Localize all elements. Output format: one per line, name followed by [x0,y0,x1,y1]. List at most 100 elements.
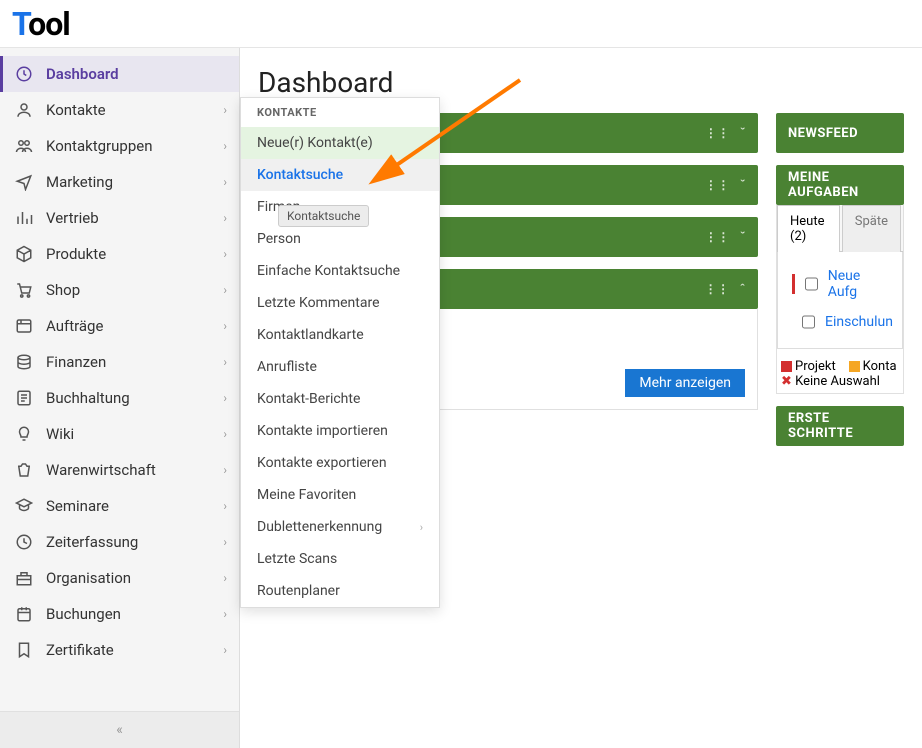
first-steps-widget: ERSTE SCHRITTE [776,406,904,446]
chevron-right-icon: › [223,283,227,297]
sidebar-item-zeiterfassung[interactable]: Zeiterfassung› [0,524,239,560]
show-more-button[interactable]: Mehr anzeigen [625,369,745,397]
sidebar-item-vertrieb[interactable]: Vertrieb› [0,200,239,236]
sidebar-item-kontakte[interactable]: Kontakte › [0,92,239,128]
legend-color [849,361,860,372]
drag-handle-icon[interactable]: ⋮⋮ [705,230,730,244]
collapse-icon[interactable]: ˇ [740,126,746,140]
sidebar-item-finanzen[interactable]: Finanzen› [0,344,239,380]
sidebar-label: Aufträge [46,317,103,335]
submenu-item[interactable]: Person [241,223,439,255]
submenu-item[interactable]: Einfache Kontaktsuche [241,255,439,287]
sidebar-icon [14,172,34,192]
container: DashboardKontakte›Kontaktgruppen›Marketi… [0,48,922,748]
collapse-icon[interactable]: ˇ [740,178,746,192]
tab-today[interactable]: Heute (2) [777,205,840,252]
task-link[interactable]: Einschulun [825,314,893,330]
sidebar-collapse[interactable]: « [0,711,239,748]
submenu-label: Kontakt-Berichte [257,391,360,407]
sidebar-icon [14,136,34,156]
submenu-item[interactable]: Kontaktlandkarte [241,319,439,351]
kontakte-submenu: KONTAKTE Neue(r) Kontakt(e)KontaktsucheF… [240,97,440,608]
sidebar-item-buchhaltung[interactable]: Buchhaltung› [0,380,239,416]
sidebar-item-produkte[interactable]: Produkte› [0,236,239,272]
sidebar-icon [14,604,34,624]
chevron-right-icon: › [223,175,227,189]
widget-title: ERSTE SCHRITTE [788,411,892,441]
sidebar-item-organisation[interactable]: Organisation› [0,560,239,596]
sidebar-icon [14,532,34,552]
tasks-legend: Projekt Konta ✖ Keine Auswahl [777,349,903,393]
sidebar-item-warenwirtschaft[interactable]: Warenwirtschaft› [0,452,239,488]
submenu-item[interactable]: Letzte Kommentare [241,287,439,319]
sidebar-item-dashboard[interactable]: Dashboard [0,56,239,92]
widget-body: Heute (2) Späte Neue Aufg Einschulun Proj… [776,205,904,394]
chevron-right-icon: › [223,571,227,585]
newsfeed-widget: NEWSFEED [776,113,904,153]
sidebar-label: Kontakte [46,101,106,119]
sidebar-icon [14,100,34,120]
topbar: Tool [0,0,922,48]
submenu-item[interactable]: Routenplaner [241,575,439,607]
submenu-item[interactable]: Anrufliste [241,351,439,383]
sidebar-icon [14,280,34,300]
task-checkbox[interactable] [802,315,815,329]
sidebar-icon [14,460,34,480]
submenu-item[interactable]: Letzte Scans [241,543,439,575]
task-row: Neue Aufg [788,262,892,306]
drag-handle-icon[interactable]: ⋮⋮ [705,126,730,140]
sidebar-item-shop[interactable]: Shop› [0,272,239,308]
submenu-item[interactable]: Kontakte exportieren [241,447,439,479]
chevron-right-icon: › [223,103,227,117]
collapse-icon[interactable]: ˆ [740,282,746,296]
task-link[interactable]: Neue Aufg [828,268,888,300]
sidebar-label: Wiki [46,425,74,443]
submenu-label: Kontaktlandkarte [257,327,364,343]
sidebar-label: Dashboard [46,65,119,83]
sidebar-item-kontaktgruppen[interactable]: Kontaktgruppen› [0,128,239,164]
sidebar-item-zertifikate[interactable]: Zertifikate› [0,632,239,668]
submenu-item[interactable]: Kontaktsuche [241,159,439,191]
widget-title: MEINE AUFGABEN [788,170,892,200]
collapse-icon[interactable]: ˇ [740,230,746,244]
drag-handle-icon[interactable]: ⋮⋮ [705,282,730,296]
sidebar-item-seminare[interactable]: Seminare› [0,488,239,524]
sidebar-item-aufträge[interactable]: Aufträge › [0,308,239,344]
logo: Tool [12,5,70,43]
sidebar-item-buchungen[interactable]: Buchungen› [0,596,239,632]
sidebar-icon [14,64,34,84]
chevron-right-icon: › [223,535,227,549]
submenu-item[interactable]: Neue(r) Kontakt(e) [241,127,439,159]
submenu-label: Anrufliste [257,359,317,375]
legend-label: Keine Auswahl [795,374,880,389]
submenu-title: KONTAKTE [241,98,439,127]
widget-header[interactable]: MEINE AUFGABEN [776,165,904,205]
submenu-label: Kontakte importieren [257,423,388,439]
chevron-right-icon: › [420,521,423,534]
submenu-label: Einfache Kontaktsuche [257,263,400,279]
legend-color [781,361,792,372]
sidebar-icon [14,568,34,588]
sidebar-item-wiki[interactable]: Wiki › [0,416,239,452]
widget-header[interactable]: NEWSFEED [776,113,904,153]
submenu-label: Person [257,231,301,247]
tab-later[interactable]: Späte [842,205,901,252]
drag-handle-icon[interactable]: ⋮⋮ [705,178,730,192]
sidebar-label: Vertrieb [46,209,99,227]
submenu-item[interactable]: Kontakt-Berichte [241,383,439,415]
task-checkbox[interactable] [805,277,818,291]
sidebar-label: Kontaktgruppen [46,137,153,155]
tasks-tabs: Heute (2) Späte [777,205,903,252]
chevron-right-icon: › [223,499,227,513]
sidebar-item-marketing[interactable]: Marketing› [0,164,239,200]
chevron-right-icon: › [223,427,227,441]
submenu-item[interactable]: Dublettenerkennung› [241,511,439,543]
chevron-right-icon: › [223,391,227,405]
widget-header[interactable]: ERSTE SCHRITTE [776,406,904,446]
submenu-item[interactable]: Meine Favoriten [241,479,439,511]
sidebar-icon [14,244,34,264]
chevron-right-icon: › [223,319,227,333]
submenu-item[interactable]: Kontakte importieren [241,415,439,447]
sidebar-icon [14,208,34,228]
widget-title: NEWSFEED [788,126,858,141]
